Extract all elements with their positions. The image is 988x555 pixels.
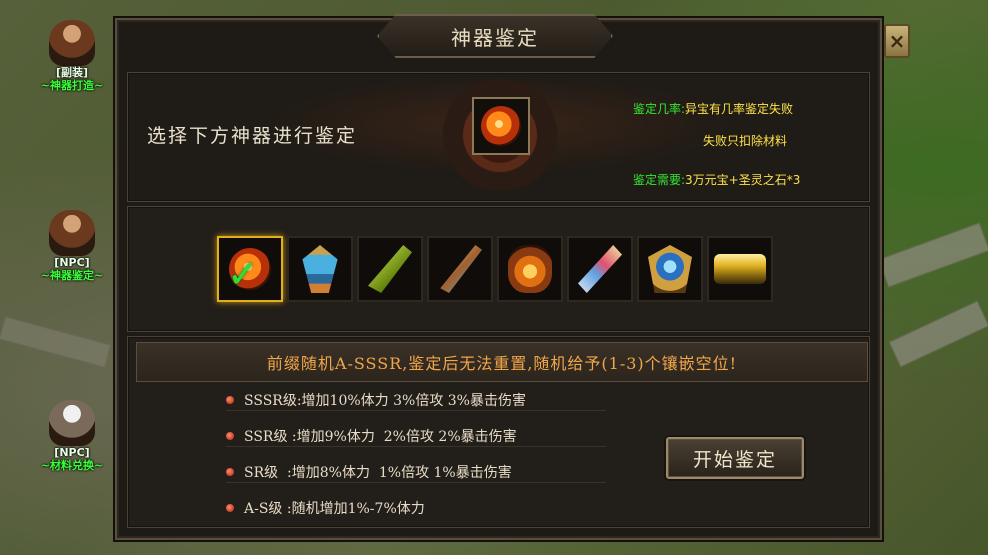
npc-figure xyxy=(49,20,95,66)
grade-text: SSR级 :增加9%体力 2%倍攻 2%暴击伤害 xyxy=(244,428,517,445)
bullet-icon xyxy=(226,504,234,512)
npc-name: ~材料兑换~ xyxy=(40,459,104,472)
grade-row: SR级 :增加8%体力 1%倍攻 1%暴击伤害 xyxy=(226,461,606,483)
npc-material-exchange[interactable]: [NPC] ~材料兑换~ xyxy=(22,400,122,472)
grade-text: SSSR级:增加10%体力 3%倍攻 3%暴击伤害 xyxy=(244,392,526,409)
target-artifact-slot[interactable] xyxy=(472,97,530,155)
npc-tag: [NPC] xyxy=(54,446,90,459)
bullet-icon xyxy=(226,431,234,440)
window-title-bar: 神器鉴定 xyxy=(377,14,613,58)
info-banner: 前缀随机A-SSSR,鉴定后无法重置,随机给予(1-3)个镶嵌空位! xyxy=(136,342,868,382)
npc-artifact-appraisal[interactable]: [NPC] ~神器鉴定~ xyxy=(22,210,122,282)
npc-artifact-crafting[interactable]: [副装] ~神器打造~ xyxy=(22,20,122,92)
window-title: 神器鉴定 xyxy=(451,25,539,50)
artifact-slot-1[interactable]: ✓ xyxy=(217,236,283,302)
artifact-slot-8[interactable] xyxy=(707,236,773,302)
winged-shield-icon xyxy=(648,245,692,293)
artifact-slot-6[interactable] xyxy=(567,236,633,302)
grade-row: SSSR级:增加10%体力 3%倍攻 3%暴击伤害 xyxy=(226,389,606,411)
artifact-slot-5[interactable] xyxy=(497,236,563,302)
golden-treasure-icon xyxy=(714,254,766,284)
npc-figure xyxy=(49,400,95,446)
grade-text: A-S级 :随机增加1%-7%体力 xyxy=(244,501,425,517)
golden-bow-icon xyxy=(440,245,482,293)
artifact-slot-7[interactable] xyxy=(637,236,703,302)
close-button[interactable]: × xyxy=(884,24,910,58)
npc-name: ~神器鉴定~ xyxy=(40,269,104,282)
flame-lantern-icon xyxy=(508,245,552,293)
artifact-slot-3[interactable] xyxy=(357,236,423,302)
rate-label: 鉴定几率: xyxy=(633,102,686,116)
stone-path xyxy=(888,300,988,368)
close-icon: × xyxy=(888,29,906,53)
rate-value: 失败只扣除材料 xyxy=(703,134,788,148)
banner-text: 前缀随机A-SSSR,鉴定后无法重置,随机给予(1-3)个镶嵌空位! xyxy=(266,354,738,373)
rate-label: 鉴定需要: xyxy=(633,173,686,187)
npc-tag: [NPC] xyxy=(54,256,90,269)
crystal-totem-icon xyxy=(302,245,338,293)
rate-value: 异宝有几率鉴定失败 xyxy=(685,102,794,116)
npc-figure xyxy=(49,210,95,256)
stone-path xyxy=(0,316,112,368)
grade-text: SR级 :增加8%体力 1%倍攻 1%暴击伤害 xyxy=(244,464,512,481)
fire-orb-icon xyxy=(229,248,271,290)
jeweled-staff-icon xyxy=(578,245,622,293)
start-appraisal-label: 开始鉴定 xyxy=(692,448,777,471)
artifact-slot-4[interactable] xyxy=(427,236,493,302)
stone-path xyxy=(878,222,988,288)
npc-tag: [副装] xyxy=(55,66,89,79)
bullet-icon xyxy=(226,467,234,476)
npc-name: ~神器打造~ xyxy=(40,79,104,92)
rate-line-3: 鉴定需要:3万元宝+圣灵之石*3 xyxy=(633,171,800,188)
bullet-icon xyxy=(226,395,234,404)
grade-row: SSR级 :增加9%体力 2%倍攻 2%暴击伤害 xyxy=(226,425,606,447)
fire-orb-icon xyxy=(481,106,521,146)
artifact-slot-2[interactable] xyxy=(287,236,353,302)
select-prompt: 选择下方神器进行鉴定 xyxy=(147,125,358,147)
rate-line-1: 鉴定几率:异宝有几率鉴定失败 xyxy=(633,100,793,117)
start-appraisal-button[interactable]: 开始鉴定 xyxy=(666,437,804,479)
grade-row: A-S级 :随机增加1%-7%体力 xyxy=(226,497,606,519)
rate-value: 3万元宝+圣灵之石*3 xyxy=(685,173,801,187)
green-bow-icon xyxy=(368,245,412,293)
rate-line-2: 失败只扣除材料 xyxy=(703,132,787,149)
